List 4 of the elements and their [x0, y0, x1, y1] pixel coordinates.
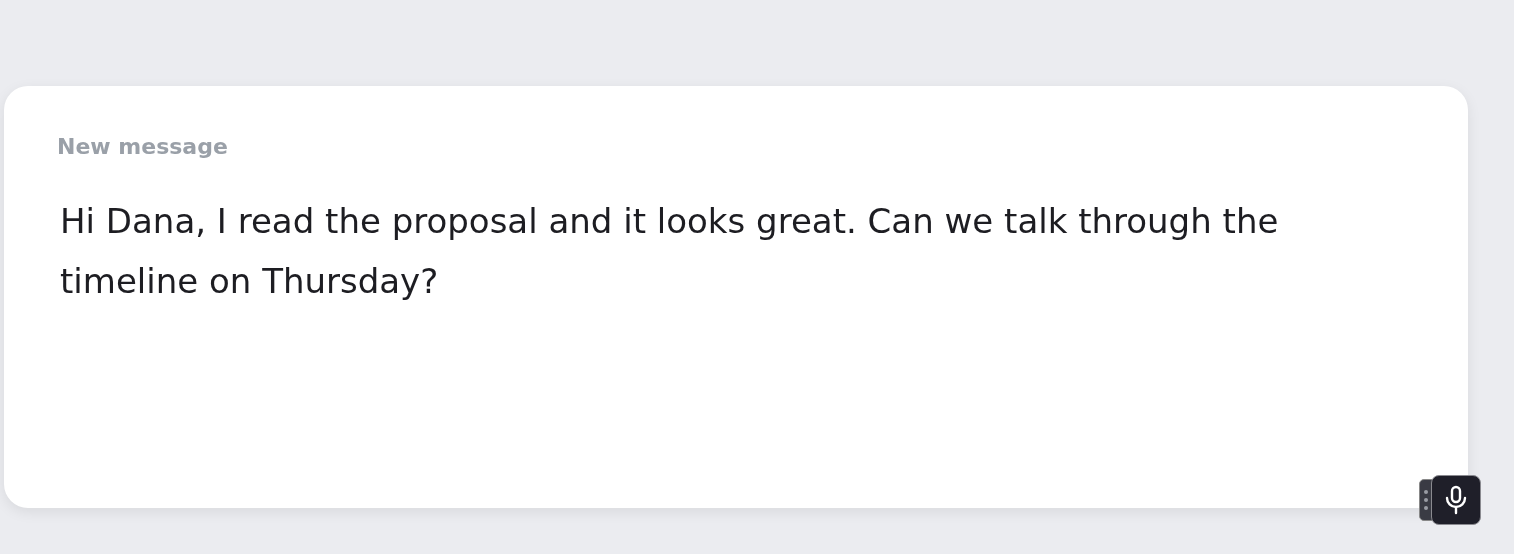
field-label: New message [57, 134, 228, 159]
message-field[interactable]: Hi Dana, I read the proposal and it looks great. Can we talk through the timeline on Thursday? [60, 191, 1420, 311]
microphone-icon [1443, 485, 1469, 515]
microphone-button[interactable] [1431, 475, 1481, 525]
